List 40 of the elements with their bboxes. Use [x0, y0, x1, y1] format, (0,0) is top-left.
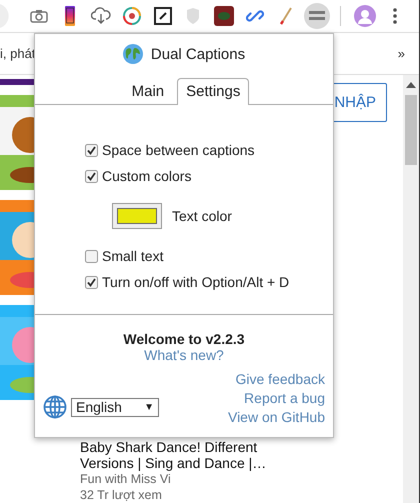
welcome-text: Welcome to v2.2.3	[122, 331, 246, 347]
ring-icon[interactable]	[122, 6, 142, 26]
scrollbar-thumb[interactable]	[405, 95, 417, 165]
checkbox-label[interactable]: Turn on/off with Option/Alt + D	[102, 274, 290, 290]
view-count: 32 Tr lượt xem	[80, 487, 163, 503]
link[interactable]: Report a bug	[244, 390, 325, 406]
banner-strip	[0, 79, 34, 85]
phone-gradient-icon[interactable]	[64, 6, 75, 26]
channel-name[interactable]: Fun with Miss Vi	[80, 471, 387, 487]
whats-new-link[interactable]: What's new?	[144, 347, 224, 363]
link[interactable]: Give feedback	[236, 371, 325, 387]
globe-icon	[43, 395, 67, 419]
pen-square-icon[interactable]	[154, 7, 172, 25]
video-title[interactable]: Baby Shark Dance! Different	[80, 439, 387, 455]
checkbox-label[interactable]: Small text	[102, 248, 164, 264]
popup-title: Dual Captions	[150, 46, 246, 62]
globe-icon	[122, 44, 143, 64]
bookmarks-overflow-button[interactable]: »	[398, 46, 405, 61]
video-title[interactable]: Versions | Sing and Dance |…	[80, 455, 387, 471]
avatar-icon[interactable]	[354, 5, 376, 27]
checkbox-label[interactable]: Space between captions	[102, 142, 255, 158]
checkbox[interactable]	[85, 276, 98, 288]
more-menu-icon[interactable]	[393, 8, 398, 24]
bookmark-text[interactable]: i, phát	[0, 46, 36, 61]
camera-icon[interactable]	[30, 9, 48, 23]
language-select[interactable]: English ▼	[71, 398, 159, 416]
color-picker-button[interactable]	[112, 203, 162, 229]
tab[interactable]: Settings	[177, 78, 250, 105]
color-label: Text color	[172, 208, 232, 224]
extension-menu-icon[interactable]	[304, 3, 330, 29]
checkbox-label[interactable]: Custom colors	[102, 168, 192, 184]
checkbox[interactable]	[85, 170, 98, 182]
checkbox[interactable]	[85, 250, 98, 262]
brush-icon[interactable]	[280, 7, 292, 25]
checkbox[interactable]	[85, 144, 98, 156]
tab[interactable]: Main	[122, 78, 174, 105]
cloud-download-icon[interactable]	[90, 7, 111, 25]
scroll-up-icon[interactable]	[406, 81, 416, 89]
dark-square-icon[interactable]	[214, 6, 234, 26]
link[interactable]: View on GitHub	[228, 409, 325, 425]
